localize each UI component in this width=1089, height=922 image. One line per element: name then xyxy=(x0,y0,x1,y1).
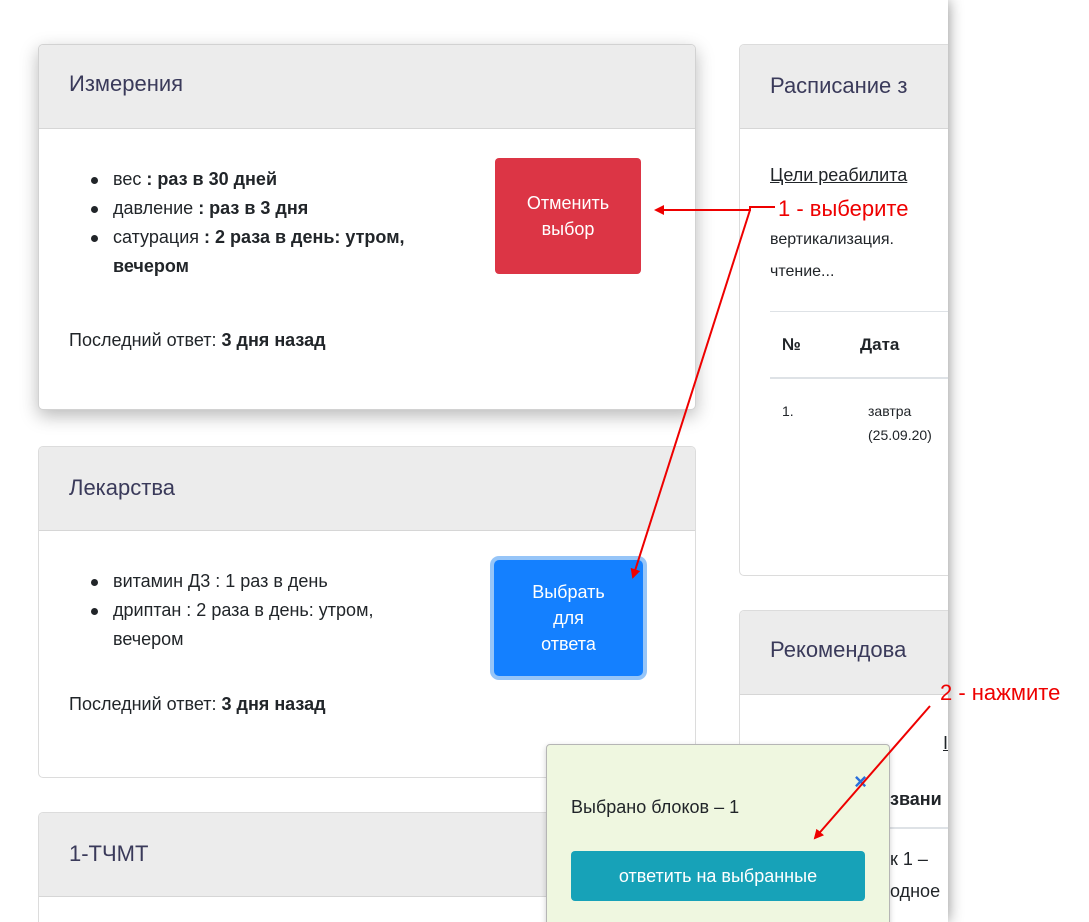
goals-text-line1: вертикализация. xyxy=(770,231,894,248)
medicines-list: витамин Д3 : 1 раз в день дриптан : 2 ра… xyxy=(89,567,389,654)
schedule-table-top-rule xyxy=(770,311,948,312)
recommendations-fragment-char: I xyxy=(943,733,948,753)
table-cell-date-line1: завтра xyxy=(868,403,912,419)
table-header-number: № xyxy=(782,335,801,354)
recommendations-table-rule xyxy=(890,827,948,829)
select-for-answer-button[interactable]: Выбрать для ответа xyxy=(494,560,643,676)
app-screenshot: Измерения вес : раз в 30 дней давление :… xyxy=(0,0,948,922)
cancel-selection-button[interactable]: Отменить выбор xyxy=(495,158,641,274)
tchmt-title: 1-ТЧМТ xyxy=(69,841,149,866)
list-item: дриптан : 2 раза в день: утром, вечером xyxy=(89,596,389,654)
close-icon[interactable]: × xyxy=(854,769,867,795)
list-item: витамин Д3 : 1 раз в день xyxy=(89,567,389,596)
measurements-card-header: Измерения xyxy=(39,45,695,129)
schedule-table-header-rule xyxy=(770,377,948,379)
step2-annotation: 2 - нажмите xyxy=(940,680,1061,705)
list-item: давление : раз в 3 дня xyxy=(89,194,449,223)
goals-text-line2: чтение... xyxy=(770,263,835,280)
measurements-last-answer: Последний ответ: 3 дня назад xyxy=(69,330,326,350)
medicines-title: Лекарства xyxy=(69,475,176,500)
schedule-title: Расписание з xyxy=(770,73,908,98)
measurements-list: вес : раз в 30 дней давление : раз в 3 д… xyxy=(89,165,449,281)
table-header-date: Дата xyxy=(860,335,900,354)
recommendations-fragment-line2: одное xyxy=(890,881,941,901)
step1-annotation: 1 - выберите xyxy=(778,196,909,221)
answer-selected-button[interactable]: ответить на выбранные xyxy=(571,851,865,901)
list-item: сатурация : 2 раза в день: утром, вечеро… xyxy=(89,223,449,281)
medicines-last-answer: Последний ответ: 3 дня назад xyxy=(69,694,326,714)
recommendations-fragment-line1: к 1 – xyxy=(890,849,928,869)
medicines-card-header: Лекарства xyxy=(39,447,695,531)
measurements-title: Измерения xyxy=(69,71,184,96)
recommendations-card-header: Рекомендова xyxy=(740,611,948,695)
selected-blocks-count: Выбрано блоков – 1 xyxy=(571,797,740,817)
recommendations-fragment-bold: звани xyxy=(890,789,942,809)
medicines-card: Лекарства витамин Д3 : 1 раз в день дрип… xyxy=(38,446,696,778)
goals-link[interactable]: Цели реабилита xyxy=(770,165,907,186)
recommendations-title: Рекомендова xyxy=(770,637,907,662)
list-item: вес : раз в 30 дней xyxy=(89,165,449,194)
schedule-card-header: Расписание з xyxy=(740,45,948,129)
measurements-card: Измерения вес : раз в 30 дней давление :… xyxy=(38,44,696,410)
table-cell-number: 1. xyxy=(782,403,794,419)
selection-popup: × Выбрано блоков – 1 ответить на выбранн… xyxy=(546,744,890,922)
schedule-card: Расписание з Цели реабилита вертикализац… xyxy=(739,44,948,576)
table-cell-date-line2: (25.09.20) xyxy=(868,427,932,443)
